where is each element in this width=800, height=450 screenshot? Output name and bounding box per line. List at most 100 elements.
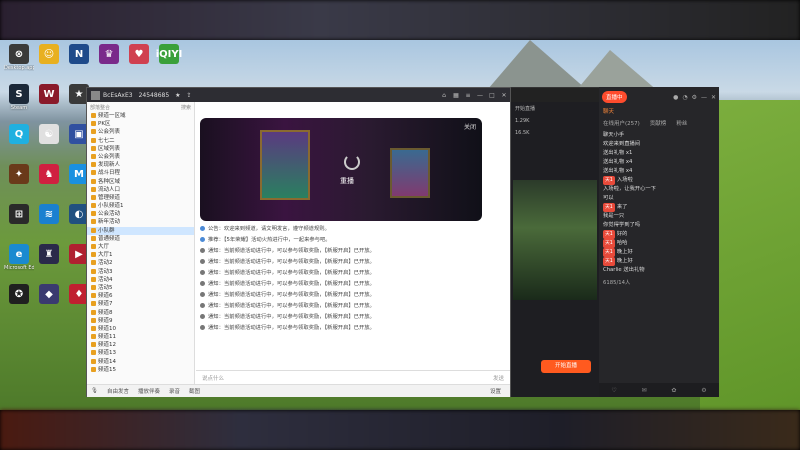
- channel-item[interactable]: 频道一区域: [87, 112, 194, 120]
- message-icon[interactable]: ✉: [642, 387, 647, 394]
- channel-item[interactable]: 频道11: [87, 333, 194, 341]
- home-icon[interactable]: ⌂: [438, 92, 450, 99]
- message-text: 通知：当前频道活动进行中，可以参与领取奖励，【新服开启】已开放。: [208, 270, 375, 276]
- minimize-icon[interactable]: —: [474, 92, 486, 99]
- channel-item[interactable]: 活动4: [87, 276, 194, 284]
- stream-tool-header: [511, 88, 599, 102]
- menu-icon[interactable]: ≡: [462, 92, 474, 99]
- channel-item[interactable]: 小队频道1: [87, 202, 194, 210]
- toolbar-item[interactable]: 截图: [189, 387, 200, 395]
- start-stream-button[interactable]: 开始直播: [541, 360, 591, 373]
- desktop-icon-22[interactable]: ✪: [4, 284, 34, 305]
- channel-item[interactable]: 频道15: [87, 366, 194, 374]
- channel-item[interactable]: 活动3: [87, 268, 194, 276]
- channel-item-label: 大厅1: [98, 252, 113, 259]
- desktop-icon-17[interactable]: ≋: [34, 204, 64, 225]
- avatar[interactable]: [91, 90, 100, 100]
- channel-icon: [91, 145, 96, 151]
- channel-item[interactable]: 频道14: [87, 358, 194, 366]
- toolbar-item[interactable]: 自由发言: [107, 387, 129, 395]
- star-icon[interactable]: ★: [175, 92, 180, 99]
- channel-item[interactable]: 公会活动: [87, 210, 194, 218]
- desktop-icon-19[interactable]: eMicrosoft Edge: [4, 244, 34, 271]
- desktop-icon-2-icon: ☺: [39, 44, 59, 64]
- desktop-icon-11[interactable]: ☯: [34, 124, 64, 145]
- desktop-icon-7[interactable]: S Steam: [4, 84, 34, 111]
- channel-item[interactable]: 各种区域: [87, 178, 194, 186]
- channel-item[interactable]: 管理频道: [87, 194, 194, 202]
- tab-chat[interactable]: 聊天: [603, 107, 614, 119]
- grid-icon[interactable]: ▦: [450, 92, 462, 99]
- desktop-icon-13[interactable]: ✦: [4, 164, 34, 185]
- live-tab[interactable]: 粉丝: [676, 119, 687, 131]
- channel-item[interactable]: 公会列表: [87, 153, 194, 161]
- channel-item[interactable]: 频道12: [87, 341, 194, 349]
- close-icon[interactable]: ✕: [498, 92, 510, 99]
- desktop-icon-16[interactable]: ⊞: [4, 204, 34, 225]
- maximize-icon[interactable]: □: [486, 92, 498, 99]
- message-item: 公告：欢迎来到频道，请文明发言，遵守频道规则。: [200, 224, 502, 235]
- desktop-icon-6-icon: iQIYI: [156, 44, 182, 64]
- mic-icon[interactable]: 🎙: [91, 388, 98, 394]
- channel-icon: [91, 211, 96, 217]
- live-status-pill[interactable]: 直播中: [602, 91, 627, 103]
- desktop-icon-2[interactable]: ☺: [34, 44, 64, 65]
- channel-item[interactable]: 公会列表: [87, 128, 194, 136]
- channel-item[interactable]: 小队群: [87, 226, 194, 235]
- loading-spinner-icon: [344, 154, 360, 170]
- desktop-icon-5[interactable]: ♥: [124, 44, 154, 65]
- close-icon[interactable]: ✕: [711, 94, 716, 101]
- channel-item[interactable]: 活动5: [87, 284, 194, 292]
- live-tab[interactable]: 贡献榜: [650, 119, 667, 131]
- desktop-icon-4[interactable]: ♛: [94, 44, 124, 65]
- settings-icon[interactable]: ⚙: [692, 94, 697, 101]
- settings-icon[interactable]: ⚙: [701, 387, 706, 394]
- live-tab[interactable]: 在线用户(257): [603, 119, 640, 131]
- channel-item[interactable]: 频道6: [87, 292, 194, 300]
- channel-item[interactable]: 流动人口: [87, 186, 194, 194]
- channel-item[interactable]: 发现新人: [87, 161, 194, 169]
- toolbar-item[interactable]: 播放伴奏: [138, 387, 160, 395]
- channel-item[interactable]: PK区: [87, 120, 194, 128]
- channel-item[interactable]: 频道7: [87, 300, 194, 308]
- message-input[interactable]: 说点什么 发送: [196, 370, 510, 384]
- desktop-icon-23[interactable]: ◆: [34, 284, 64, 305]
- settings-button[interactable]: 设置: [490, 387, 501, 395]
- channel-item[interactable]: 普通频道: [87, 235, 194, 243]
- video-close-button[interactable]: 关闭: [464, 122, 476, 131]
- like-icon[interactable]: ♡: [611, 387, 616, 394]
- toolbar-item[interactable]: 录音: [169, 387, 180, 395]
- desktop-icon-14[interactable]: ♞: [34, 164, 64, 185]
- channel-icon: [91, 203, 96, 209]
- video-panel[interactable]: 重播 关闭: [200, 118, 482, 221]
- desktop-icon-10[interactable]: Q: [4, 124, 34, 145]
- bell-icon[interactable]: ◔: [682, 94, 687, 101]
- channel-item-label: 公会活动: [98, 211, 121, 218]
- channel-item[interactable]: 频道9: [87, 317, 194, 325]
- desktop-icon-3[interactable]: N: [64, 44, 94, 65]
- channel-item[interactable]: 大厅: [87, 243, 194, 251]
- sidebar-search[interactable]: 搜索: [181, 104, 191, 111]
- channel-item[interactable]: 七七二: [87, 137, 194, 145]
- live-chat-line: 送出礼物 x4: [599, 167, 719, 176]
- send-button[interactable]: 发送: [493, 374, 504, 382]
- avatar[interactable]: ●: [673, 94, 678, 101]
- video-card-art: [390, 148, 430, 198]
- desktop-icon-1[interactable]: ⊗ Desktop.app: [4, 44, 34, 71]
- channel-item[interactable]: 新年活动: [87, 218, 194, 226]
- message-item: 通知：当前频道活动进行中，可以参与领取奖励，【新服开启】已开放。: [200, 312, 502, 323]
- channel-item[interactable]: 频道13: [87, 349, 194, 357]
- channel-item[interactable]: 频道10: [87, 325, 194, 333]
- channel-item[interactable]: 大厅1: [87, 251, 194, 259]
- gift-icon[interactable]: ✿: [671, 387, 676, 394]
- share-icon[interactable]: ⇪: [187, 92, 192, 99]
- desktop-icon-6[interactable]: iQIYI: [154, 44, 184, 65]
- channel-item[interactable]: 频道8: [87, 309, 194, 317]
- minimize-icon[interactable]: —: [701, 94, 707, 101]
- channel-item[interactable]: 战斗日程: [87, 169, 194, 177]
- channel-item[interactable]: 区域列表: [87, 145, 194, 153]
- channel-item[interactable]: 活动2: [87, 259, 194, 267]
- user-badge: 天1: [603, 248, 615, 257]
- desktop-icon-20[interactable]: ♜: [34, 244, 64, 265]
- desktop-icon-8[interactable]: W: [34, 84, 64, 105]
